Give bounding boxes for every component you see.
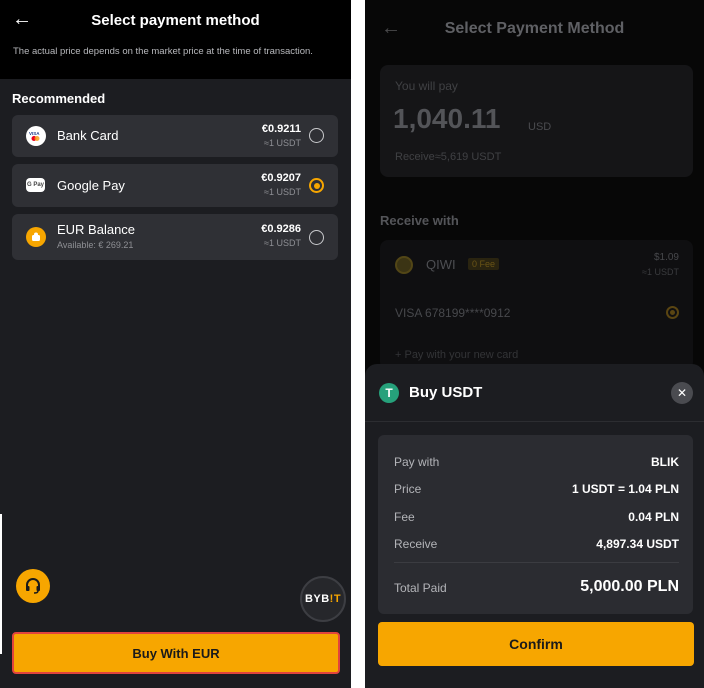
svg-text:VISA: VISA xyxy=(29,131,40,136)
qiwi-name: QIWI xyxy=(426,257,456,272)
tether-usdt-icon: T xyxy=(379,383,399,403)
pay-with-new-card-link[interactable]: + Pay with your new card xyxy=(395,349,518,361)
method-price: €0.9207 xyxy=(261,172,301,184)
price-note: The actual price depends on the market p… xyxy=(13,46,313,57)
radio-button[interactable] xyxy=(309,128,324,143)
receive-estimate: Receive≈5,619 USDT xyxy=(395,151,502,163)
eur-balance-icon xyxy=(26,227,46,247)
method-name: Google Pay xyxy=(57,178,125,193)
method-usdt: ≈1 USDT xyxy=(264,138,301,148)
bybit-logo-button[interactable]: BYB !T xyxy=(300,576,346,622)
summary-row-total-paid: Total Paid 5,000.00 PLN xyxy=(394,578,679,597)
summary-row-fee: Fee 0.04 PLN xyxy=(394,510,679,526)
method-price: €0.9211 xyxy=(261,123,301,135)
screen-divider xyxy=(351,0,365,688)
you-will-pay-label: You will pay xyxy=(395,79,458,93)
divider xyxy=(365,421,704,422)
order-summary: Pay with BLIK Price 1 USDT = 1.04 PLN Fe… xyxy=(378,435,693,614)
side-edge-marker xyxy=(0,514,2,654)
qiwi-method-card[interactable]: QIWI 0 Fee $1.09 ≈1 USDT VISA 678199****… xyxy=(380,240,693,370)
customer-support-headset-icon[interactable] xyxy=(16,569,50,603)
method-name: Bank Card xyxy=(57,128,119,143)
visa-mastercard-icon: VISA xyxy=(26,126,46,146)
page-title: Select payment method xyxy=(91,12,260,29)
radio-button-selected[interactable] xyxy=(309,178,324,193)
method-price: €0.9286 xyxy=(261,223,301,235)
row-label: Price xyxy=(394,482,422,496)
row-label: Receive xyxy=(394,537,438,551)
header: ← Select payment method The actual price… xyxy=(0,0,351,79)
payment-method-eur-balance[interactable]: EUR Balance Available: € 269.21 €0.9286 … xyxy=(12,214,338,260)
qiwi-price: $1.09 xyxy=(653,252,679,263)
summary-row-receive: Receive 4,897.34 USDT xyxy=(394,537,679,553)
method-name: EUR Balance xyxy=(57,222,136,237)
google-pay-icon: G Pay xyxy=(26,178,45,192)
buy-with-eur-button[interactable]: Buy With EUR xyxy=(12,632,340,674)
summary-row-pay-with: Pay with BLIK xyxy=(394,455,679,471)
row-value: 4,897.34 USDT xyxy=(596,537,679,551)
divider xyxy=(394,562,679,563)
row-value: 1 USDT = 1.04 PLN xyxy=(571,482,679,496)
row-value: 0.04 PLN xyxy=(628,510,679,524)
buy-usdt-sheet: T Buy USDT ✕ Pay with BLIK Price 1 USDT … xyxy=(365,364,704,688)
section-label-recommended: Recommended xyxy=(12,91,106,106)
left-screen: ← Select payment method The actual price… xyxy=(0,0,351,688)
bybit-logo-accent: !T xyxy=(329,593,342,605)
visa-card-number[interactable]: VISA 678199****0912 xyxy=(395,306,510,320)
confirm-button[interactable]: Confirm xyxy=(378,622,694,666)
row-label: Fee xyxy=(394,510,415,524)
total-paid-label: Total Paid xyxy=(394,581,447,595)
close-icon[interactable]: ✕ xyxy=(671,382,693,404)
zero-fee-badge: 0 Fee xyxy=(468,258,500,270)
row-value: BLIK xyxy=(651,455,679,469)
method-available-balance: Available: € 269.21 xyxy=(57,240,134,250)
method-usdt: ≈1 USDT xyxy=(264,238,301,248)
sheet-title: Buy USDT xyxy=(409,384,483,401)
page-title: Select Payment Method xyxy=(444,20,625,37)
summary-row-price: Price 1 USDT = 1.04 PLN xyxy=(394,482,679,498)
qiwi-usdt: ≈1 USDT xyxy=(642,267,679,277)
pay-amount: 1,040.11 xyxy=(393,103,501,134)
total-paid-value: 5,000.00 PLN xyxy=(580,578,679,595)
you-will-pay-card: You will pay 1,040.11 USD Receive≈5,619 … xyxy=(380,65,693,177)
row-label: Pay with xyxy=(394,455,440,469)
method-usdt: ≈1 USDT xyxy=(264,187,301,197)
pay-currency: USD xyxy=(528,121,552,133)
payment-method-google-pay[interactable]: G Pay Google Pay €0.9207 ≈1 USDT xyxy=(12,164,338,207)
qiwi-icon xyxy=(395,256,413,274)
bybit-logo-text: BYB xyxy=(304,593,330,605)
receive-with-label: Receive with xyxy=(380,213,459,228)
radio-button[interactable] xyxy=(309,230,324,245)
right-screen: ← Select Payment Method You will pay 1,0… xyxy=(365,0,704,688)
radio-button-selected[interactable] xyxy=(666,306,679,319)
payment-method-bank-card[interactable]: VISA Bank Card €0.9211 ≈1 USDT xyxy=(12,115,338,157)
